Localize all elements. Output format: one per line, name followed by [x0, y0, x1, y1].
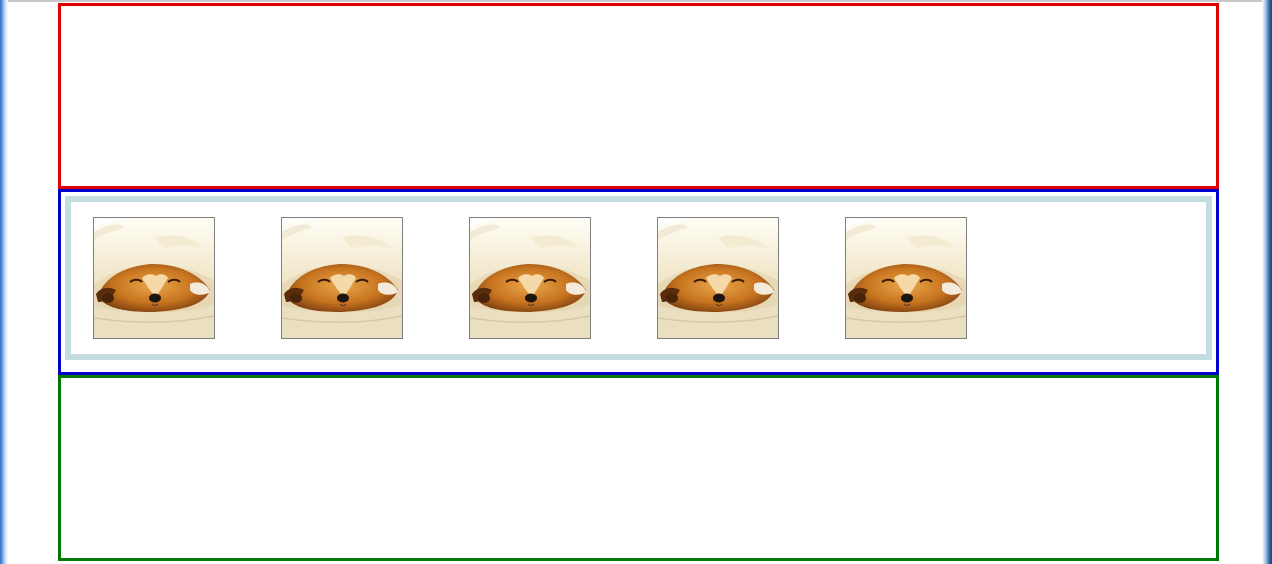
- puppy-thumbnail-5[interactable]: [845, 217, 967, 339]
- bottom-region-green: [58, 375, 1219, 561]
- top-region-red: [58, 3, 1219, 189]
- puppy-thumbnail-2[interactable]: [281, 217, 403, 339]
- browser-window: [0, 0, 1272, 564]
- puppy-thumbnail-4[interactable]: [657, 217, 779, 339]
- thumbnail-gallery: [65, 196, 1212, 360]
- window-border-right: [1262, 0, 1272, 564]
- middle-region-blue: [58, 189, 1219, 375]
- window-border-top: [8, 0, 1262, 2]
- puppy-thumbnail-3[interactable]: [469, 217, 591, 339]
- window-border-left: [0, 0, 8, 564]
- puppy-thumbnail-1[interactable]: [93, 217, 215, 339]
